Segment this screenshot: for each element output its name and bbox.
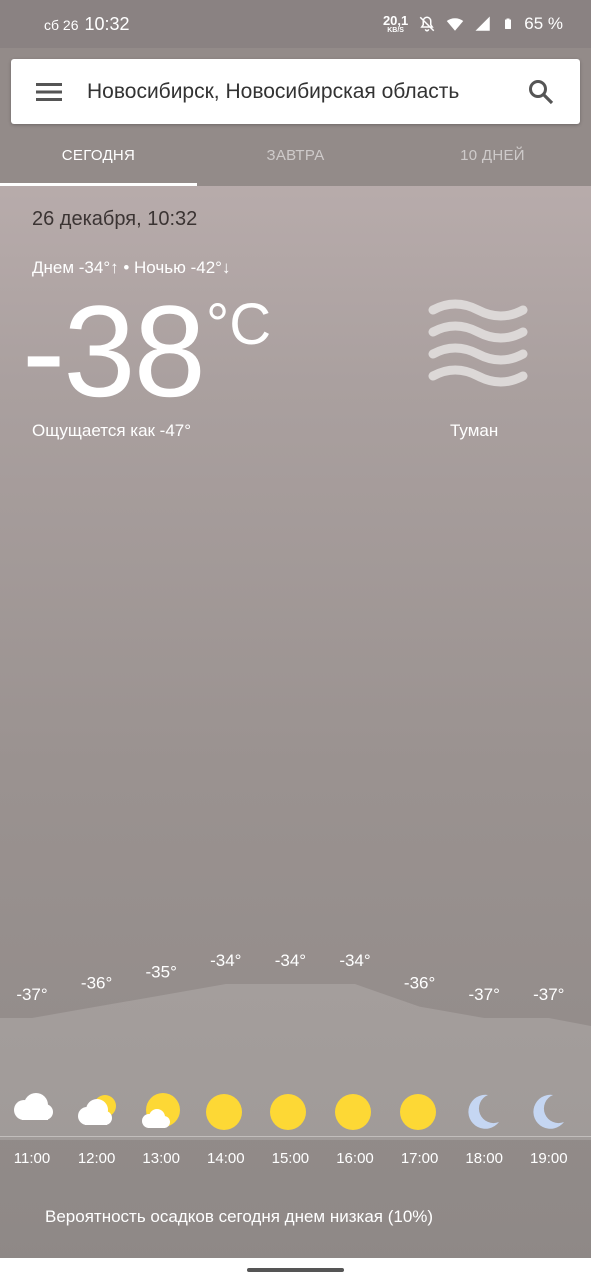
condition-text: Туман: [450, 421, 499, 440]
hourly-temp-label: -36°: [404, 974, 435, 993]
status-left: сб 26 10:32: [44, 14, 130, 35]
hour-time-label: 15:00: [271, 1150, 310, 1167]
tab-today[interactable]: СЕГОДНЯ: [0, 124, 197, 186]
precipitation-text: Вероятность осадков сегодня днем низкая …: [45, 1207, 434, 1226]
sun-icon: [398, 1092, 438, 1137]
hour-time-label: 12:00: [77, 1150, 116, 1167]
battery-icon: [505, 18, 512, 29]
sun-icon: [268, 1092, 308, 1137]
moon-icon: [462, 1092, 502, 1137]
hourly-temp-label: -37°: [16, 985, 47, 1004]
current-temperature: -38: [22, 278, 206, 424]
hourly-temp-label: -34°: [275, 951, 306, 970]
partly-cloudy-icon: [75, 1092, 119, 1133]
moon-icon: [527, 1092, 567, 1137]
search-icon: [529, 79, 554, 104]
hour-time-label: 14:00: [207, 1150, 245, 1167]
hour-time-label: 18:00: [465, 1150, 503, 1167]
search-button[interactable]: [502, 59, 580, 124]
feels-like: Ощущается как -47°: [32, 421, 192, 440]
hourly-temp-label: -37°: [469, 985, 500, 1004]
current-date: 26 декабря, 10:32: [32, 208, 198, 230]
location-text[interactable]: Новосибирск, Новосибирская область: [87, 80, 502, 104]
hourly-temp-label: -37°: [533, 985, 564, 1004]
mostly-sunny-icon: [139, 1092, 183, 1137]
tab-10-days[interactable]: 10 ДНЕЙ: [394, 124, 591, 186]
temperature-unit: °C: [206, 292, 272, 357]
hourly-temp-label: -35°: [146, 962, 177, 981]
wifi-icon: [447, 18, 464, 31]
hour-time-label: 16:00: [336, 1150, 374, 1167]
netspeed-value: 20,1: [382, 13, 409, 28]
gesture-handle[interactable]: [247, 1268, 344, 1272]
hourly-temp-label: -34°: [210, 951, 241, 970]
menu-button[interactable]: [11, 59, 87, 124]
divider: [0, 1136, 591, 1137]
hour-time-label: 19:00: [530, 1150, 568, 1167]
hour-time-label: 17:00: [400, 1150, 439, 1167]
netspeed-unit: KB/S: [387, 27, 404, 34]
status-right: 20,1 KB/S 65 %: [383, 14, 563, 34]
hour-time-label: 11:00: [13, 1150, 51, 1167]
sun-icon: [333, 1092, 373, 1137]
search-bar[interactable]: Новосибирск, Новосибирская область: [11, 59, 580, 124]
status-day: сб 26: [44, 16, 79, 33]
hour-time-label: 13:00: [142, 1150, 180, 1167]
battery-level: 65 %: [524, 14, 563, 33]
netspeed-indicator: 20,1 KB/S: [383, 14, 408, 34]
cloudy-icon: [10, 1092, 54, 1127]
tab-bar: СЕГОДНЯ ЗАВТРА 10 ДНЕЙ: [0, 124, 591, 186]
day-night-temps: Днем -34°↑ • Ночью -42°↓: [32, 258, 231, 277]
hourly-temp-label: -36°: [81, 974, 112, 993]
status-bar: сб 26 10:32 20,1 KB/S 65 %: [0, 0, 591, 48]
signal-icon: [475, 16, 490, 31]
fog-icon: [428, 299, 528, 387]
sun-icon: [204, 1092, 244, 1137]
status-time: 10:32: [84, 13, 130, 34]
bell-off-icon: [419, 16, 435, 32]
hourly-temp-label: -34°: [339, 951, 370, 970]
tab-tomorrow[interactable]: ЗАВТРА: [197, 124, 394, 186]
hourly-forecast: 11:00 12:00 13:00 14:00 15:00 16:00 17:00 18:00…: [0, 1088, 591, 1178]
hamburger-menu-icon: [36, 82, 62, 101]
